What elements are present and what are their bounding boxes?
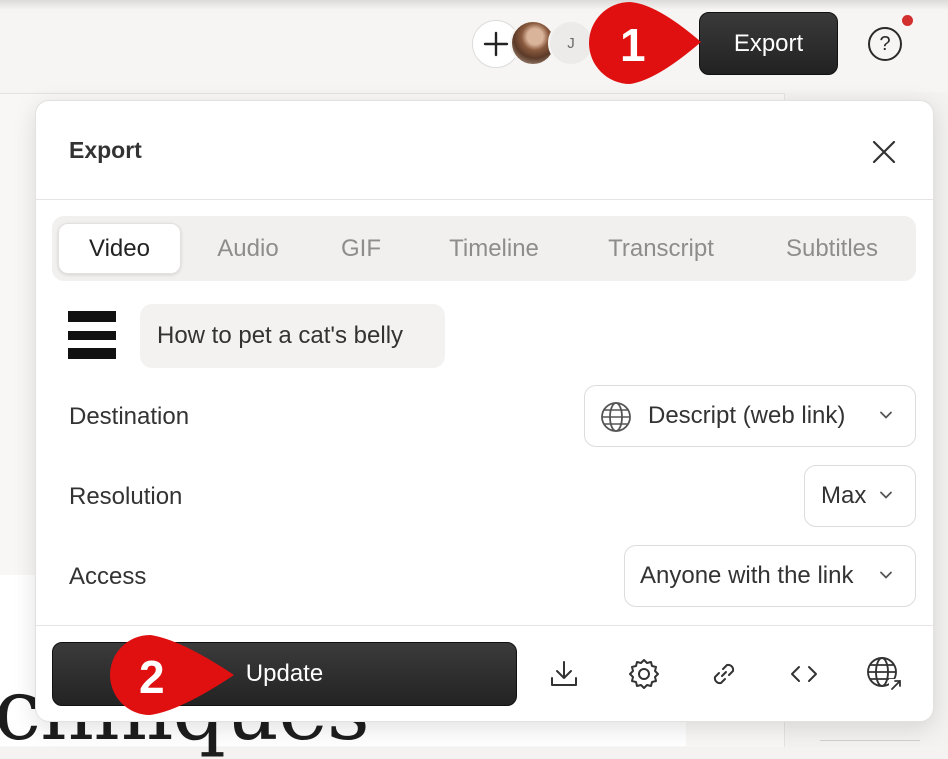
header-divider <box>36 199 933 200</box>
destination-value: Descript (web link) <box>648 402 846 429</box>
access-select[interactable]: Anyone with the link <box>624 545 916 607</box>
download-button[interactable] <box>544 654 584 694</box>
close-icon <box>872 140 896 164</box>
footer-divider <box>36 625 933 626</box>
access-value: Anyone with the link <box>640 562 854 589</box>
embed-button[interactable] <box>784 654 824 694</box>
export-type-tabs: Video Audio GIF Timeline Transcript Subt… <box>52 216 916 281</box>
composition-title-field[interactable]: How to pet a cat's belly <box>140 304 445 368</box>
download-icon <box>551 661 577 686</box>
tab-subtitles[interactable]: Subtitles <box>754 223 910 274</box>
publish-globe-icon <box>867 657 902 692</box>
composition-title: How to pet a cat's belly <box>157 322 404 349</box>
destination-label: Destination <box>69 403 190 430</box>
notification-dot <box>902 15 913 26</box>
destination-select[interactable]: Descript (web link) <box>584 385 916 447</box>
annotation-step-2: 2 <box>139 651 165 703</box>
help-icon: ? <box>879 32 891 55</box>
embed-code-icon <box>791 666 817 682</box>
annotation-marker-1 <box>589 2 701 84</box>
annotation-marker-2 <box>110 635 234 715</box>
export-settings-button[interactable] <box>624 654 664 694</box>
resolution-select[interactable]: Max <box>804 465 916 527</box>
link-icon <box>713 663 735 685</box>
copy-link-button[interactable] <box>704 654 744 694</box>
tab-audio[interactable]: Audio <box>192 223 304 274</box>
resolution-label: Resolution <box>69 483 183 510</box>
globe-icon <box>601 402 631 432</box>
close-button[interactable] <box>864 132 904 172</box>
tab-video[interactable]: Video <box>58 223 181 274</box>
composition-thumbnail <box>68 311 116 359</box>
settings-gear-icon <box>629 659 659 689</box>
tab-gif[interactable]: GIF <box>314 223 408 274</box>
export-button[interactable]: Export <box>699 12 838 75</box>
chevron-down-icon <box>880 571 892 579</box>
export-dialog: Export Video Audio GIF Timeline Transcri… <box>35 100 934 722</box>
plus-icon <box>483 31 509 57</box>
avatar-initial-text: J <box>567 34 575 52</box>
access-label: Access <box>69 563 147 590</box>
resolution-value: Max <box>821 482 867 509</box>
annotation-step-1: 1 <box>620 19 646 71</box>
help-button[interactable]: ? <box>868 27 902 61</box>
chevron-down-icon <box>880 411 892 419</box>
tab-transcript[interactable]: Transcript <box>580 223 742 274</box>
tab-timeline[interactable]: Timeline <box>420 223 568 274</box>
publish-web-button[interactable] <box>864 654 904 694</box>
dialog-title: Export <box>69 137 142 163</box>
topbar-shadow <box>0 0 948 10</box>
side-panel-rule <box>820 740 920 741</box>
chevron-down-icon <box>880 491 892 499</box>
